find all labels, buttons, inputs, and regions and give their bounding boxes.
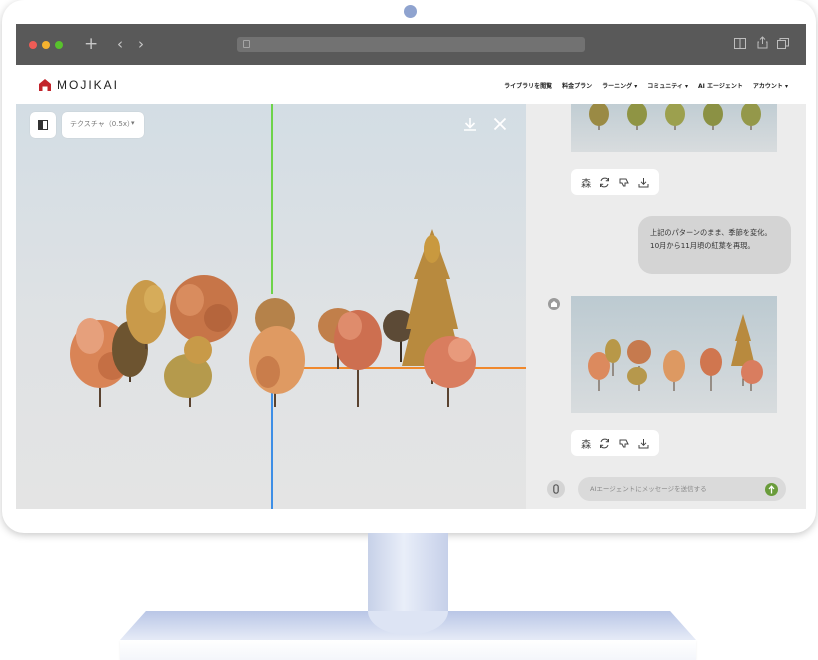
texture-select-label: テクスチャ（0.5x） [70,120,134,128]
webcam [404,5,417,18]
browser-toolbar: + ‹ › [16,24,806,65]
send-button[interactable] [765,483,778,496]
thumbs-down-icon[interactable] [619,177,630,188]
message-actions: 森 [571,430,659,456]
nav-learning[interactable]: ラーニング ▾ [602,81,637,90]
address-bar[interactable] [237,37,585,52]
new-tab-icon[interactable]: + [84,36,98,53]
reader-icon[interactable] [734,38,746,49]
download-icon[interactable] [463,117,477,131]
send-arrow-icon [768,485,775,494]
tree-scene [70,229,476,407]
refresh-icon[interactable] [599,438,610,449]
tree [164,336,212,407]
tree [627,104,647,130]
tree [663,350,685,391]
tabs-icon[interactable] [777,38,789,49]
nav-library[interactable]: ライブラリを閲覧 [504,81,552,90]
close-icon[interactable] [493,117,507,131]
tree [627,340,651,391]
download-icon[interactable] [638,438,649,449]
nav-community[interactable]: コミュニティ ▾ [647,81,688,90]
tree [334,310,382,407]
tree-row-thumbnail [589,104,761,130]
chevron-down-icon: ▾ [131,119,135,127]
tree [741,360,763,391]
nav-pricing[interactable]: 料金プラン [562,81,592,90]
user-message-bubble: 上記のパターンのまま、季節を変化。10月から11月頃の紅葉を再現。 [638,216,791,274]
monitor-stand-base-front [120,640,696,660]
minimize-window-button[interactable] [42,41,50,49]
monitor-stand-neck [368,533,448,611]
attach-button[interactable] [547,480,565,498]
generated-image-2[interactable] [571,296,777,413]
message-actions: 森 [571,169,659,195]
logo-icon[interactable] [38,78,52,92]
tree [741,104,761,130]
close-window-button[interactable] [29,41,37,49]
maximize-window-button[interactable] [55,41,63,49]
panel-toggle-icon [38,120,48,130]
share-icon[interactable] [757,36,768,49]
attach-icon [553,484,559,494]
generated-image-1[interactable] [571,104,777,152]
user-message-text: 上記のパターンのまま、季節を変化。10月から11月頃の紅葉を再現。 [650,228,772,250]
site-header: MOJIKAI ライブラリを閲覧 料金プラン ラーニング ▾ コミュニティ ▾ … [16,65,806,104]
thumbs-down-icon[interactable] [619,438,630,449]
logo-icon [551,301,557,307]
tree [589,104,609,130]
tree [424,336,476,407]
panel-toggle-button[interactable] [30,112,56,138]
download-icon[interactable] [638,177,649,188]
agent-avatar [548,298,560,310]
tree [665,104,685,130]
regenerate-model-icon[interactable]: 森 [581,436,591,451]
monitor: + ‹ › MOJIKAI ライブラリを閲覧 料金プラン ラーニング ▾ コミュ… [2,0,816,533]
nav-ai-agent[interactable]: AI エージェント [698,81,743,90]
tree [700,348,722,391]
tree [249,298,305,407]
back-icon[interactable]: ‹ [117,37,123,52]
tree-row-thumbnail [588,314,763,391]
nav-account[interactable]: アカウント ▾ [753,81,788,90]
forward-icon[interactable]: › [138,37,144,52]
regenerate-model-icon[interactable]: 森 [581,175,591,190]
logo-text[interactable]: MOJIKAI [57,78,119,92]
refresh-icon[interactable] [599,177,610,188]
main-nav: ライブラリを閲覧 料金プラン ラーニング ▾ コミュニティ ▾ AI エージェン… [504,81,788,90]
lock-icon [243,40,250,48]
screen: + ‹ › MOJIKAI ライブラリを閲覧 料金プラン ラーニング ▾ コミュ… [16,24,806,509]
3d-viewport[interactable]: テクスチャ（0.5x） ▾ [16,104,526,509]
chat-panel: 森 上記のパターンのまま、季節を変化。10月から11月頃の紅葉を再現。 森 AI… [526,104,806,509]
tree [703,104,723,130]
texture-select[interactable]: テクスチャ（0.5x） ▾ [62,112,144,138]
message-input[interactable] [578,477,786,501]
